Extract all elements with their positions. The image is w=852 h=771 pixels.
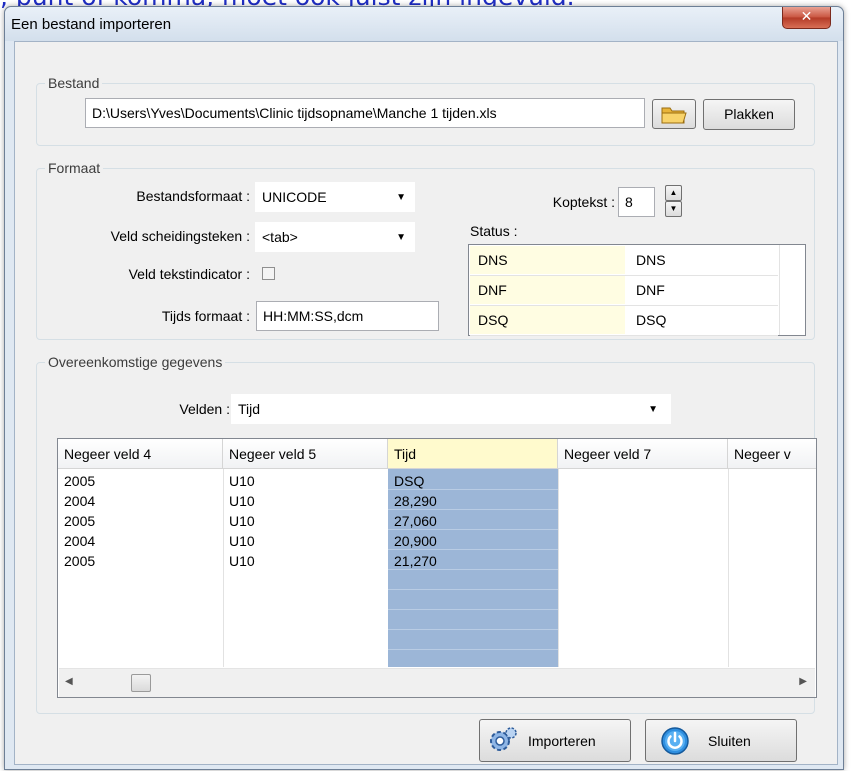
status-row[interactable]: DSQ DSQ [470, 306, 778, 336]
status-code: DNS [470, 246, 625, 274]
import-dialog: Een bestand importeren ✕ Bestand D:\User… [4, 6, 844, 770]
data-grid[interactable]: Negeer veld 4 Negeer veld 5 Tijd Negeer … [57, 438, 817, 698]
file-format-value: UNICODE [262, 189, 327, 205]
column-header[interactable]: Negeer veld 5 [223, 439, 388, 469]
grid-cell[interactable]: DSQ [394, 473, 424, 489]
scroll-left-icon[interactable]: ◀ [65, 676, 73, 687]
time-format-field[interactable]: HH:MM:SS,dcm [256, 301, 439, 331]
status-divider [779, 245, 780, 335]
status-code: DNF [470, 276, 625, 304]
row-separator [388, 529, 558, 530]
grid-cell[interactable]: U10 [229, 493, 255, 509]
close-label: Sluiten [708, 733, 751, 749]
scroll-thumb[interactable] [131, 674, 151, 692]
fields-label: Velden : [179, 401, 230, 417]
chevron-down-icon: ▼ [396, 232, 406, 243]
file-path-field[interactable]: D:\Users\Yves\Documents\Clinic tijdsopna… [85, 98, 645, 128]
grid-cell[interactable]: 2005 [64, 473, 95, 489]
header-rows-field[interactable]: 8 [618, 187, 655, 217]
paste-button[interactable]: Plakken [703, 99, 795, 130]
status-value: DNS [636, 252, 666, 268]
grid-column [558, 469, 729, 667]
close-button[interactable]: Sluiten [645, 719, 797, 762]
grid-column [728, 469, 816, 667]
text-indicator-label: Veld tekstindicator : [128, 266, 250, 282]
chevron-down-icon: ▼ [669, 204, 678, 213]
grid-cell[interactable]: 2004 [64, 493, 95, 509]
dialog-body: Bestand D:\Users\Yves\Documents\Clinic t… [14, 41, 838, 765]
status-value: DSQ [636, 312, 667, 328]
grid-cell[interactable]: 2005 [64, 513, 95, 529]
close-icon: ✕ [800, 9, 813, 25]
close-window-button[interactable]: ✕ [782, 7, 831, 29]
grid-cell[interactable]: U10 [229, 513, 255, 529]
file-format-label: Bestandsformaat : [136, 188, 250, 204]
horizontal-scrollbar[interactable]: ◀ ▶ [59, 668, 815, 697]
grid-cell[interactable]: U10 [229, 533, 255, 549]
import-label: Importeren [528, 733, 596, 749]
column-header-selected[interactable]: Tijd [388, 439, 558, 469]
chevron-down-icon: ▼ [396, 192, 406, 203]
status-label: Status : [470, 223, 518, 239]
column-header[interactable]: Negeer veld 7 [558, 439, 728, 469]
browse-button[interactable] [652, 99, 696, 129]
row-separator [388, 489, 558, 490]
separator-label: Veld scheidingsteken : [110, 228, 250, 244]
chevron-down-icon: ▼ [648, 404, 658, 415]
import-button[interactable]: Importeren [479, 719, 631, 762]
status-row[interactable]: DNS DNS [470, 246, 778, 276]
grid-cell[interactable]: 20,900 [394, 533, 437, 549]
separator-value: <tab> [262, 229, 298, 245]
spin-up-button[interactable]: ▲ [665, 185, 682, 201]
column-header[interactable]: Negeer veld 4 [58, 439, 223, 469]
grid-column-selected: DSQ 28,290 27,060 20,900 21,270 [388, 469, 559, 667]
grid-cell[interactable]: 28,290 [394, 493, 437, 509]
gears-icon [490, 727, 517, 751]
row-separator [388, 609, 558, 610]
grid-cell[interactable]: 2005 [64, 553, 95, 569]
status-code: DSQ [470, 306, 625, 334]
grid-cell[interactable]: U10 [229, 473, 255, 489]
separator-select[interactable]: <tab> ▼ [255, 222, 415, 252]
row-separator [388, 629, 558, 630]
status-value: DNF [636, 282, 665, 298]
title-bar[interactable]: Een bestand importeren ✕ [5, 7, 843, 41]
bestand-legend: Bestand [48, 75, 100, 91]
grid-cell[interactable]: 27,060 [394, 513, 437, 529]
file-format-select[interactable]: UNICODE ▼ [255, 182, 415, 212]
window-title: Een bestand importeren [11, 16, 172, 33]
text-indicator-checkbox[interactable] [262, 267, 275, 280]
fields-value: Tijd [238, 401, 261, 417]
scroll-right-icon[interactable]: ▶ [799, 676, 807, 687]
column-header[interactable]: Negeer v [728, 439, 816, 469]
grid-column: 2005 2004 2005 2004 2005 [58, 469, 224, 667]
grid-cell[interactable]: U10 [229, 553, 255, 569]
formaat-legend: Formaat [48, 160, 101, 176]
grid-cell[interactable]: 21,270 [394, 553, 437, 569]
power-icon [661, 727, 689, 755]
header-rows-label: Koptekst : [552, 194, 615, 210]
folder-icon [661, 107, 687, 124]
row-separator [388, 569, 558, 570]
row-separator [388, 549, 558, 550]
time-format-label: Tijds formaat : [161, 308, 250, 324]
row-separator [388, 509, 558, 510]
grid-column: U10 U10 U10 U10 U10 [223, 469, 389, 667]
row-separator [388, 589, 558, 590]
fields-select[interactable]: Tijd ▼ [231, 394, 671, 424]
spin-down-button[interactable]: ▼ [665, 201, 682, 217]
status-table[interactable]: DNS DNS DNF DNF DSQ DSQ [468, 244, 806, 336]
gegevens-legend: Overeenkomstige gegevens [48, 354, 223, 370]
chevron-up-icon: ▲ [669, 188, 678, 197]
row-separator [388, 649, 558, 650]
status-row[interactable]: DNF DNF [470, 276, 778, 306]
grid-cell[interactable]: 2004 [64, 533, 95, 549]
